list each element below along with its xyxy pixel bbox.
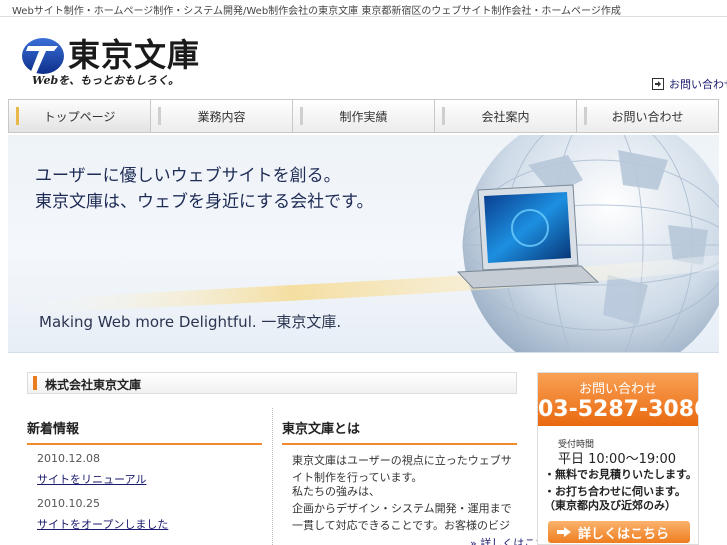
nav-item-company[interactable]: 会社案内	[435, 100, 577, 132]
nav-tick	[300, 107, 303, 125]
feature-heading: 東京文庫とは	[282, 418, 517, 445]
nav-item-services[interactable]: 業務内容	[151, 100, 293, 132]
hero-headline-2: 東京文庫は、ウェブを身近にする会社です。	[35, 192, 374, 212]
nav-label: お問い合わせ	[611, 109, 684, 124]
feature-paragraph: 企画からデザイン・システム開発・運用まで一貫して対応できることです。お客様のビジ…	[292, 502, 512, 532]
contact-phone-panel: お問い合わせ 03-5287-3086	[538, 373, 709, 426]
hero-tagline: Making Web more Delightful. 一東京文庫.	[39, 313, 342, 331]
nav-label: 制作実績	[339, 109, 388, 124]
news-link[interactable]: サイトをオープンしました	[37, 516, 168, 532]
company-title: 株式会社東京文庫	[45, 378, 142, 392]
feature-subtitle: 私たちの強みは、	[292, 485, 380, 498]
news-date: 2010.10.25	[37, 497, 100, 510]
contact-note: ・無料でお見積りいたします。	[544, 468, 697, 481]
site-logo[interactable]: 東京文庫 Webを、もっとおもしろく。	[20, 30, 220, 90]
contact-box: お問い合わせ 03-5287-3086 受付時間 平日 10:00～19:00 …	[537, 372, 709, 545]
top-banner-text: Webサイト制作・ホームページ制作・システム開発/Web制作会社の東京文庫 東京…	[12, 6, 621, 17]
nav-tick	[16, 107, 19, 125]
main-nav: トップページ 業務内容 制作実績 会社案内 お問い合わせ	[8, 99, 719, 133]
hero-headline-1: ユーザーに優しいウェブサイトを創る。	[35, 166, 341, 186]
nav-item-contact[interactable]: お問い合わせ	[577, 100, 718, 132]
company-title-bar: 株式会社東京文庫	[27, 372, 517, 394]
nav-label: トップページ	[43, 109, 116, 124]
page: Webサイト制作・ホームページ制作・システム開発/Web制作会社の東京文庫 東京…	[0, 0, 727, 545]
contact-phone[interactable]: 03-5287-3086	[538, 397, 709, 422]
nav-label: 会社案内	[481, 109, 530, 124]
title-accent	[33, 376, 37, 390]
nav-tick	[158, 107, 161, 125]
nav-tick	[584, 107, 587, 125]
news-date: 2010.12.08	[37, 452, 100, 465]
news-link[interactable]: サイトをリニューアル	[37, 471, 146, 487]
header-contact-label: お問い合わせ	[669, 78, 727, 91]
hero-banner: ユーザーに優しいウェブサイトを創る。 東京文庫は、ウェブを身近にする会社です。 …	[8, 135, 719, 353]
news-heading: 新着情報	[27, 418, 262, 445]
logo-tagline: Webを、もっとおもしろく。	[32, 74, 180, 87]
hours-value: 平日 10:00～19:00	[558, 452, 677, 467]
logo-name: 東京文庫	[68, 36, 201, 74]
column-divider	[272, 408, 273, 545]
nav-item-top[interactable]: トップページ	[9, 100, 151, 132]
arrow-right-icon	[652, 78, 664, 90]
nav-item-works[interactable]: 制作実績	[293, 100, 435, 132]
contact-detail-button[interactable]: 詳しくはこちら	[548, 521, 690, 543]
contact-detail-label: 詳しくはこちら	[578, 526, 670, 542]
contact-label: お問い合わせ	[578, 382, 657, 397]
contact-note: （東京都内及び近郊のみ）	[544, 499, 676, 512]
header-contact-link[interactable]: お問い合わせ	[652, 76, 727, 92]
feature-paragraph: 東京文庫はユーザーの視点に立ったウェブサイト制作を行っています。	[292, 454, 512, 484]
top-banner: Webサイト制作・ホームページ制作・システム開発/Web制作会社の東京文庫 東京…	[0, 0, 727, 17]
nav-tick	[442, 107, 445, 125]
nav-label: 業務内容	[197, 109, 246, 124]
arrow-right-icon	[557, 527, 571, 537]
